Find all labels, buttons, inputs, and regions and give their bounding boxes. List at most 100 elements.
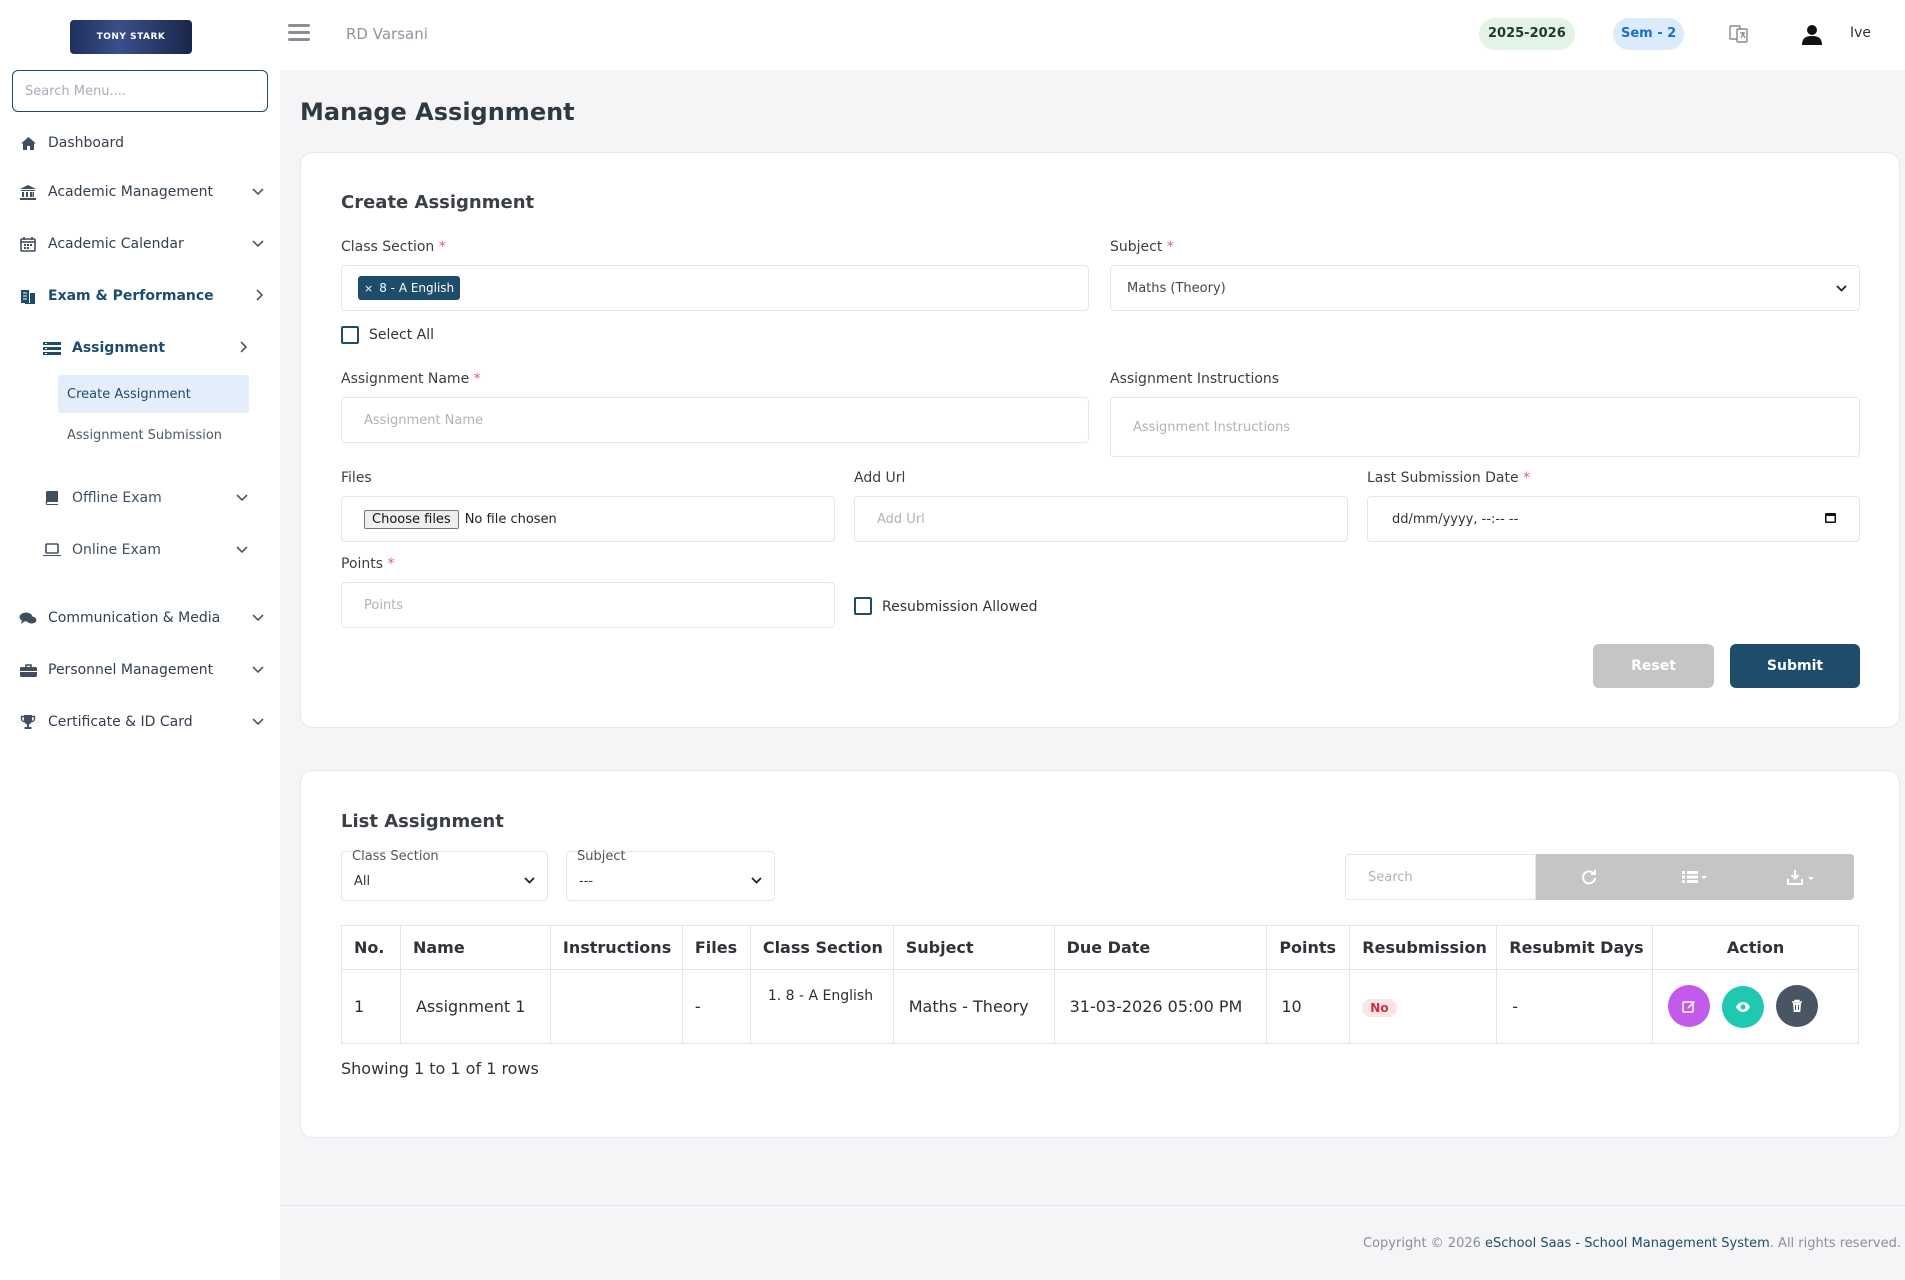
sidebar-item-label: Academic Management — [48, 184, 214, 200]
school-name: RD Varsani — [346, 25, 428, 43]
resubmission-allowed-checkbox[interactable] — [854, 597, 872, 615]
topbar: RD Varsani 2025-2026 Sem - 2 Ive — [280, 0, 1905, 70]
sidebar-leaf-create-assignment[interactable]: Create Assignment — [58, 375, 249, 413]
select-all-checkbox[interactable] — [341, 326, 359, 344]
class-section-chip[interactable]: × 8 - A English — [358, 276, 461, 300]
pagination-summary: Showing 1 to 1 of 1 rows — [341, 1059, 539, 1078]
table-toolbar — [1536, 854, 1854, 900]
add-url-input[interactable]: Add Url — [854, 496, 1348, 542]
language-icon[interactable] — [1729, 24, 1749, 44]
chevron-right-icon — [240, 340, 248, 356]
calendar-icon — [16, 236, 40, 252]
sidebar-item-online-exam[interactable]: Online Exam — [24, 530, 264, 570]
filter-subject-select[interactable]: Subject --- — [566, 849, 775, 901]
column-header[interactable]: Class Section — [749, 925, 894, 970]
sidebar-item-offline-exam[interactable]: Offline Exam — [24, 478, 264, 518]
sidebar-item-label: Academic Calendar — [48, 236, 184, 252]
sidebar-sub-label: Online Exam — [72, 542, 161, 558]
column-header[interactable]: Resubmit Days — [1496, 925, 1654, 970]
view-eye-icon[interactable] — [1722, 986, 1765, 1028]
sidebar-item-communication-media[interactable]: Communication & Media — [0, 598, 280, 638]
cell-resubmit-days: - — [1496, 969, 1654, 1044]
column-header[interactable]: Resubmission — [1349, 925, 1498, 970]
column-header[interactable]: No. — [341, 925, 401, 970]
search-menu-input[interactable] — [12, 70, 268, 112]
export-download-icon[interactable] — [1748, 854, 1854, 900]
delete-trash-icon[interactable] — [1776, 985, 1819, 1027]
cell-actions — [1652, 969, 1859, 1044]
class-section-label: Class Section * — [341, 239, 446, 255]
assignment-instructions-label: Assignment Instructions — [1110, 371, 1280, 387]
table-row: 1 Assignment 1 - 1. 8 - A English Maths … — [341, 969, 1859, 1044]
assignment-table: No. Name Instructions Files Class Sectio… — [341, 925, 1859, 1044]
page-title: Manage Assignment — [300, 98, 575, 126]
user-avatar-icon[interactable] — [1800, 22, 1824, 46]
filter-class-section-select[interactable]: Class Section All — [341, 849, 548, 901]
cell-class-section: 1. 8 - A English — [749, 969, 894, 1044]
sidebar-item-label: Certificate & ID Card — [48, 714, 193, 730]
sidebar-item-label: Dashboard — [48, 135, 124, 151]
semester-badge[interactable]: Sem - 2 — [1613, 18, 1685, 50]
chevron-down-icon — [252, 185, 264, 199]
list-card-title: List Assignment — [341, 811, 504, 832]
sidebar-item-label: Communication & Media — [48, 610, 221, 626]
session-year-badge[interactable]: 2025-2026 — [1479, 18, 1575, 50]
assignment-name-label: Assignment Name * — [341, 371, 481, 387]
files-input[interactable]: Choose files No file chosen — [341, 496, 835, 542]
remove-chip-icon[interactable]: × — [364, 282, 373, 295]
cell-points: 10 — [1266, 969, 1351, 1044]
table-header-row: No. Name Instructions Files Class Sectio… — [341, 925, 1859, 970]
footer: Copyright © 2026 eSchool Saas - School M… — [1363, 1236, 1901, 1251]
choose-files-button[interactable]: Choose files — [364, 509, 459, 529]
assignment-name-input[interactable]: Assignment Name — [341, 397, 1089, 443]
sidebar: TONY STARK Dashboard Academic Management… — [0, 0, 280, 1280]
edit-icon[interactable] — [1668, 985, 1711, 1027]
cell-subject: Maths - Theory — [892, 969, 1055, 1044]
class-section-multiselect[interactable]: × 8 - A English — [341, 265, 1089, 311]
resubmission-allowed-label: Resubmission Allowed — [882, 599, 1038, 615]
footer-divider — [280, 1205, 1905, 1206]
calendar-icon[interactable] — [1824, 511, 1837, 527]
book-icon — [40, 490, 64, 506]
sidebar-item-personnel-management[interactable]: Personnel Management — [0, 650, 280, 690]
column-header[interactable]: Due Date — [1053, 925, 1268, 970]
sidebar-item-academic-management[interactable]: Academic Management — [0, 172, 280, 212]
sidebar-sub-label: Offline Exam — [72, 490, 162, 506]
cell-due-date: 31-03-2026 05:00 PM — [1053, 969, 1268, 1044]
refresh-icon[interactable] — [1536, 854, 1642, 900]
column-header[interactable]: Name — [399, 925, 551, 970]
last-submission-date-input[interactable]: dd/mm/yyyy, --:-- -- — [1367, 496, 1860, 542]
school-logo[interactable]: TONY STARK — [70, 20, 192, 54]
chevron-down-icon — [236, 543, 248, 557]
assignment-instructions-textarea[interactable]: Assignment Instructions — [1110, 397, 1860, 457]
subject-select[interactable]: Maths (Theory) — [1110, 265, 1860, 311]
column-header[interactable]: Instructions — [549, 925, 683, 970]
chevron-right-icon — [256, 288, 264, 304]
columns-toggle-icon[interactable] — [1642, 854, 1748, 900]
user-name[interactable]: Ive — [1850, 25, 1871, 41]
sidebar-item-dashboard[interactable]: Dashboard — [0, 123, 280, 163]
sidebar-item-assignment[interactable]: Assignment — [24, 328, 264, 368]
footer-link[interactable]: eSchool Saas - School Management System — [1485, 1236, 1770, 1251]
sidebar-leaf-assignment-submission[interactable]: Assignment Submission — [58, 416, 249, 454]
column-header[interactable]: Files — [681, 925, 751, 970]
chevron-down-icon — [252, 237, 264, 251]
comments-icon — [16, 611, 40, 626]
points-input[interactable]: Points — [341, 582, 835, 628]
chevron-down-icon — [252, 611, 264, 625]
sidebar-item-exam-performance[interactable]: Exam & Performance — [0, 276, 280, 316]
reset-button[interactable]: Reset — [1593, 644, 1714, 688]
chevron-down-icon — [524, 874, 535, 887]
sidebar-item-academic-calendar[interactable]: Academic Calendar — [0, 224, 280, 264]
chevron-down-icon — [751, 874, 762, 887]
menu-toggle-icon[interactable] — [288, 24, 310, 42]
no-file-text: No file chosen — [464, 511, 557, 527]
sidebar-item-label: Personnel Management — [48, 662, 214, 678]
column-header[interactable]: Points — [1266, 925, 1351, 970]
submit-button[interactable]: Submit — [1730, 644, 1860, 688]
sidebar-item-certificate-id-card[interactable]: Certificate & ID Card — [0, 702, 280, 742]
exam-icon — [16, 288, 40, 305]
table-search-input[interactable]: Search — [1345, 854, 1536, 900]
column-header[interactable]: Subject — [892, 925, 1055, 970]
cell-instructions — [549, 969, 683, 1044]
